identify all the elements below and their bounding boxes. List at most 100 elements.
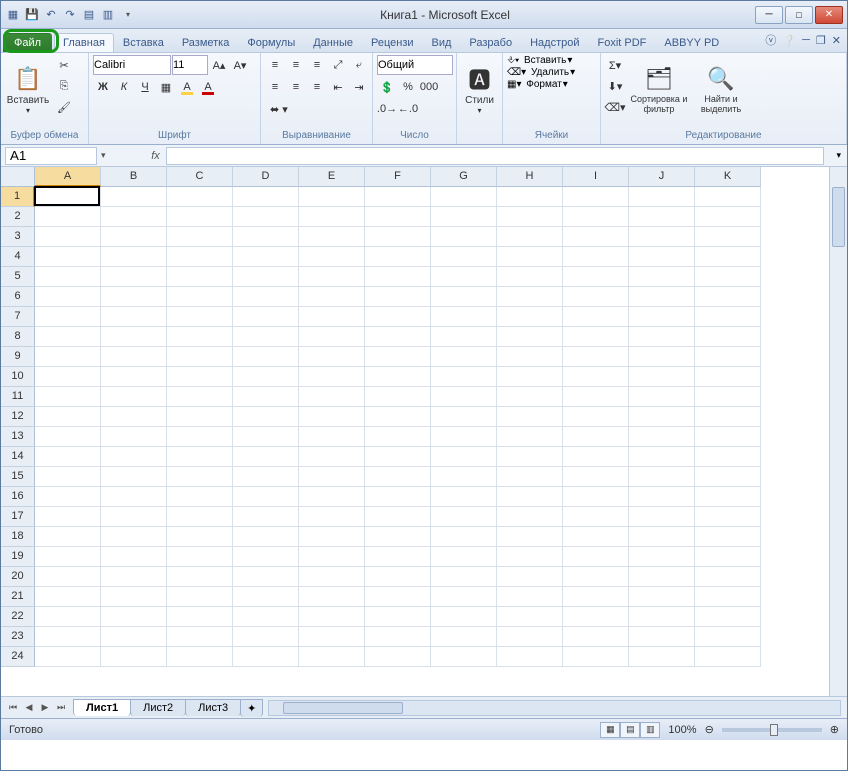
styles-button[interactable]: 🅰 Стили ▾ bbox=[461, 55, 498, 123]
align-center-button[interactable]: ≡ bbox=[286, 77, 306, 97]
increase-indent-button[interactable]: ⇥ bbox=[349, 77, 369, 97]
cell[interactable] bbox=[35, 547, 101, 567]
cell[interactable] bbox=[431, 427, 497, 447]
cell[interactable] bbox=[431, 467, 497, 487]
cell[interactable] bbox=[695, 447, 761, 467]
cell[interactable] bbox=[167, 207, 233, 227]
cell[interactable] bbox=[167, 487, 233, 507]
cell[interactable] bbox=[167, 267, 233, 287]
close-button[interactable]: ✕ bbox=[815, 6, 843, 24]
cell[interactable] bbox=[233, 187, 299, 207]
sheet-tab-3[interactable]: Лист3 bbox=[185, 699, 241, 716]
cell[interactable] bbox=[101, 267, 167, 287]
cell[interactable] bbox=[101, 547, 167, 567]
cell[interactable] bbox=[35, 447, 101, 467]
zoom-slider-thumb[interactable] bbox=[770, 724, 778, 736]
cell[interactable] bbox=[35, 407, 101, 427]
row-header-17[interactable]: 17 bbox=[1, 507, 35, 527]
cell[interactable] bbox=[629, 547, 695, 567]
cell[interactable] bbox=[629, 407, 695, 427]
cell[interactable] bbox=[563, 347, 629, 367]
sheet-nav-prev[interactable]: ◀ bbox=[21, 700, 37, 716]
cell[interactable] bbox=[497, 227, 563, 247]
cell[interactable] bbox=[695, 327, 761, 347]
cell[interactable] bbox=[299, 567, 365, 587]
cell[interactable] bbox=[35, 347, 101, 367]
cell[interactable] bbox=[299, 447, 365, 467]
cell[interactable] bbox=[167, 627, 233, 647]
format-cells-icon[interactable]: ▦▾ bbox=[507, 79, 521, 90]
fill-button[interactable]: ⬇▾ bbox=[605, 76, 625, 96]
cell[interactable] bbox=[233, 347, 299, 367]
sort-filter-button[interactable]: 🗂 Сортировка и фильтр bbox=[628, 55, 690, 123]
cell[interactable] bbox=[233, 227, 299, 247]
cell[interactable] bbox=[299, 607, 365, 627]
cells-area[interactable] bbox=[35, 187, 761, 667]
cell[interactable] bbox=[563, 367, 629, 387]
cell[interactable] bbox=[35, 567, 101, 587]
cell[interactable] bbox=[167, 327, 233, 347]
cell[interactable] bbox=[629, 467, 695, 487]
comma-button[interactable]: 000 bbox=[419, 77, 439, 97]
cell[interactable] bbox=[563, 487, 629, 507]
column-header-C[interactable]: C bbox=[167, 167, 233, 187]
cell[interactable] bbox=[365, 567, 431, 587]
redo-icon[interactable]: ↷ bbox=[62, 7, 78, 23]
border-button[interactable]: ▦ bbox=[156, 77, 176, 97]
cell[interactable] bbox=[431, 527, 497, 547]
column-header-H[interactable]: H bbox=[497, 167, 563, 187]
tab-data[interactable]: Данные bbox=[304, 33, 362, 52]
cell[interactable] bbox=[299, 327, 365, 347]
cell[interactable] bbox=[365, 447, 431, 467]
cell[interactable] bbox=[497, 507, 563, 527]
cell[interactable] bbox=[629, 527, 695, 547]
cell[interactable] bbox=[365, 587, 431, 607]
cell[interactable] bbox=[101, 187, 167, 207]
minimize-button[interactable]: ─ bbox=[755, 6, 783, 24]
cell[interactable] bbox=[101, 307, 167, 327]
view-normal-button[interactable]: ▦ bbox=[600, 722, 620, 738]
cell[interactable] bbox=[365, 187, 431, 207]
cell[interactable] bbox=[365, 387, 431, 407]
ribbon-minimize-icon[interactable]: ⓥ bbox=[765, 32, 776, 48]
cell[interactable] bbox=[695, 407, 761, 427]
view-page-layout-button[interactable]: ▤ bbox=[620, 722, 640, 738]
cell[interactable] bbox=[101, 427, 167, 447]
sheet-tab-1[interactable]: Лист1 bbox=[73, 699, 131, 716]
align-bottom-button[interactable]: ≡ bbox=[307, 55, 327, 75]
copy-button[interactable]: ⎘ bbox=[54, 76, 74, 96]
cell[interactable] bbox=[299, 647, 365, 667]
select-all-corner[interactable] bbox=[1, 167, 35, 187]
cell[interactable] bbox=[365, 467, 431, 487]
merge-button[interactable]: ⬌ ▾ bbox=[265, 99, 293, 119]
cell[interactable] bbox=[629, 427, 695, 447]
cell[interactable] bbox=[233, 207, 299, 227]
cell[interactable] bbox=[629, 387, 695, 407]
cell[interactable] bbox=[497, 307, 563, 327]
underline-button[interactable]: Ч bbox=[135, 77, 155, 97]
cell[interactable] bbox=[695, 227, 761, 247]
cell[interactable] bbox=[431, 627, 497, 647]
format-cells-label[interactable]: Формат bbox=[526, 79, 562, 90]
cell[interactable] bbox=[563, 587, 629, 607]
cell[interactable] bbox=[35, 287, 101, 307]
cell[interactable] bbox=[167, 407, 233, 427]
cell[interactable] bbox=[563, 227, 629, 247]
cell[interactable] bbox=[695, 307, 761, 327]
cell[interactable] bbox=[563, 287, 629, 307]
cell[interactable] bbox=[365, 627, 431, 647]
cell[interactable] bbox=[431, 447, 497, 467]
cell[interactable] bbox=[365, 427, 431, 447]
cell[interactable] bbox=[167, 187, 233, 207]
cell[interactable] bbox=[101, 587, 167, 607]
cell[interactable] bbox=[629, 367, 695, 387]
cell[interactable] bbox=[497, 287, 563, 307]
cell[interactable] bbox=[629, 287, 695, 307]
cell[interactable] bbox=[497, 267, 563, 287]
row-header-7[interactable]: 7 bbox=[1, 307, 35, 327]
cell[interactable] bbox=[233, 287, 299, 307]
decrease-font-button[interactable]: A▾ bbox=[230, 55, 250, 75]
cell[interactable] bbox=[299, 287, 365, 307]
cell[interactable] bbox=[167, 507, 233, 527]
mdi-restore-icon[interactable]: ❐ bbox=[816, 34, 826, 47]
